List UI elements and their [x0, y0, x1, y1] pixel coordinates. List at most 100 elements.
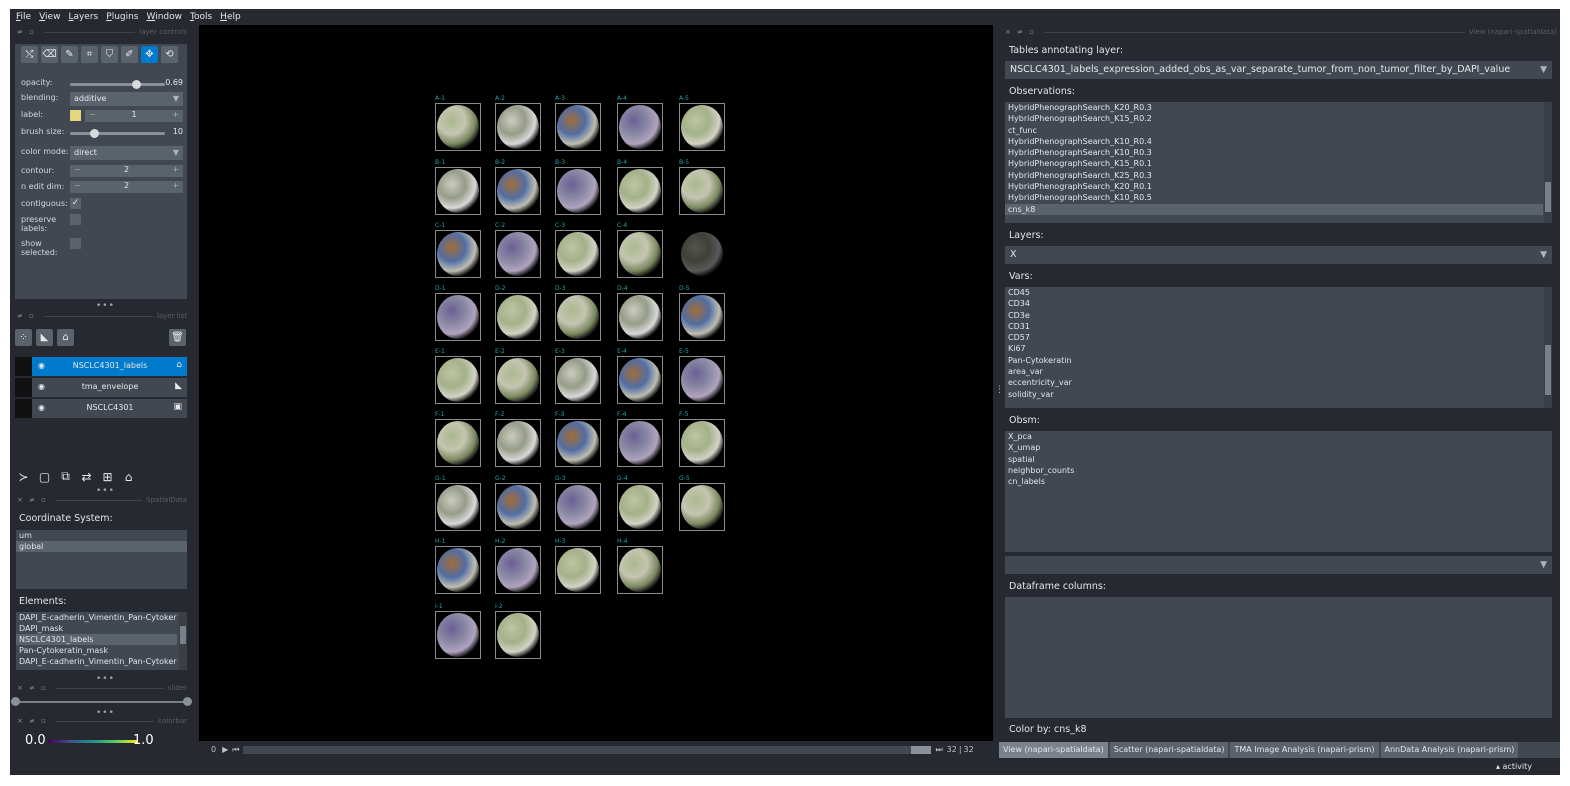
dock-float-buttons[interactable]: × ≠ ▫: [17, 717, 48, 725]
vars-list[interactable]: CD45 CD34 CD3e CD31 CD57 Ki67 Pan-Cytoke…: [1005, 287, 1552, 408]
menu-layers[interactable]: Layers: [68, 12, 98, 22]
menu-plugins[interactable]: Plugins: [106, 12, 138, 22]
list-item[interactable]: solidity_var: [1005, 389, 1543, 400]
label-spinbox[interactable]: − 1 +: [85, 110, 183, 122]
shuffle-icon[interactable]: ⤭: [21, 46, 38, 63]
layer-row-shapes[interactable]: ◉ tma_envelope ◣: [15, 378, 187, 397]
list-item[interactable]: HybridPhenographSearch_K10_R0.3: [1005, 147, 1543, 158]
eye-icon[interactable]: ◉: [38, 403, 45, 412]
blending-select[interactable]: additive ▼: [70, 92, 183, 106]
panel-splitter-handle[interactable]: ⋮: [995, 385, 1004, 395]
menu-tools[interactable]: Tools: [190, 12, 212, 22]
list-item[interactable]: CD3e: [1005, 310, 1543, 321]
delete-layer-icon[interactable]: 🗑: [169, 329, 186, 346]
grid-icon[interactable]: ⊞: [99, 468, 116, 485]
list-item[interactable]: CD34: [1005, 298, 1543, 309]
list-item[interactable]: DAPI_mask: [16, 623, 177, 634]
dock-float-buttons[interactable]: ≠ ▫: [17, 28, 36, 36]
observations-scrollbar[interactable]: [1544, 102, 1552, 223]
list-item[interactable]: cns_k8: [1005, 203, 1543, 215]
dims-slider-track[interactable]: [243, 745, 932, 754]
list-item[interactable]: X_umap: [1005, 442, 1552, 453]
layers-select[interactable]: X ▼: [1005, 246, 1552, 264]
plus-icon[interactable]: +: [172, 181, 179, 190]
layer-row-labels[interactable]: ◉ NSCLC4301_labels ⌂: [15, 357, 187, 376]
tab-scatter[interactable]: Scatter (napari-spatialdata): [1109, 742, 1229, 758]
list-item[interactable]: DAPI_E-cadherin_Vimentin_Pan-Cytokerati: [16, 612, 177, 623]
step-back-icon[interactable]: ⏮: [232, 745, 239, 755]
dock-float-buttons[interactable]: ≠ ▫: [17, 312, 36, 320]
list-item[interactable]: Pan-Cytokeratin_mask: [16, 645, 177, 656]
polygon-icon[interactable]: ⌗: [81, 46, 98, 63]
list-item[interactable]: ct_func: [1005, 125, 1543, 136]
contiguous-checkbox[interactable]: ✓: [70, 198, 81, 209]
show-selected-checkbox[interactable]: [70, 238, 81, 249]
scroll-thumb[interactable]: [1545, 345, 1551, 395]
n-edit-dim-spinbox[interactable]: − 2 +: [70, 181, 183, 193]
list-item[interactable]: CD31: [1005, 321, 1543, 332]
scroll-thumb[interactable]: [180, 626, 186, 644]
step-forward-icon[interactable]: ⏭: [935, 745, 942, 755]
menu-view[interactable]: View: [39, 12, 60, 22]
opacity-slider[interactable]: [70, 80, 165, 89]
dock-float-buttons[interactable]: × ≠ ▫: [17, 684, 48, 692]
coordinate-system-list[interactable]: um global: [16, 530, 187, 589]
eye-icon[interactable]: ◉: [38, 361, 45, 370]
scroll-thumb[interactable]: [1545, 182, 1551, 212]
list-item[interactable]: eccentricity_var: [1005, 377, 1543, 388]
elements-list[interactable]: DAPI_E-cadherin_Vimentin_Pan-Cytokerati …: [16, 612, 187, 670]
list-item[interactable]: HybridPhenographSearch_K20_R0.3: [1005, 102, 1543, 113]
menu-window[interactable]: Window: [147, 12, 183, 22]
list-item[interactable]: cn_labels: [1005, 476, 1552, 487]
dataframe-select[interactable]: ▼: [1005, 556, 1552, 574]
dock-float-buttons[interactable]: × ≠ ▫: [17, 496, 48, 504]
tab-anndata-analysis[interactable]: AnnData Analysis (napari-prism): [1380, 742, 1519, 758]
transform-icon[interactable]: ⟲: [161, 46, 178, 63]
list-item[interactable]: HybridPhenographSearch_K10_R0.5: [1005, 192, 1543, 203]
image-canvas[interactable]: A-1 A-2 A-3 A-4 A-5 B-1 B-2 B-3 B-4 B-5 C-1 C-2 C-3 C…: [199, 25, 993, 741]
list-item[interactable]: HybridPhenographSearch_K10_R0.4: [1005, 136, 1543, 147]
table-select[interactable]: NSCLC4301_labels_expression_added_obs_as…: [1005, 61, 1552, 79]
obsm-list[interactable]: X_pca X_umap spatial neighbor_counts cn_…: [1005, 431, 1552, 552]
list-item[interactable]: X_pca: [1005, 431, 1552, 442]
observations-list[interactable]: HybridPhenographSearch_K20_R0.3 HybridPh…: [1005, 102, 1552, 223]
tab-tma-image-analysis[interactable]: TMA Image Analysis (napari-prism): [1230, 742, 1379, 758]
roll-dims-icon[interactable]: ⧉: [57, 468, 74, 485]
home-icon[interactable]: ⌂: [120, 468, 137, 485]
eye-icon[interactable]: ◉: [38, 382, 45, 391]
vars-scrollbar[interactable]: [1544, 287, 1552, 408]
eraser-icon[interactable]: ⌫: [41, 46, 58, 63]
list-item[interactable]: Pan-Cytokeratin: [1005, 355, 1543, 366]
list-item[interactable]: global: [16, 541, 187, 552]
list-item[interactable]: HybridPhenographSearch_K15_R0.1: [1005, 158, 1543, 169]
elements-scrollbar[interactable]: [179, 612, 187, 670]
transpose-icon[interactable]: ⇄: [78, 468, 95, 485]
color-mode-select[interactable]: direct ▼: [70, 146, 183, 160]
opacity-slider-handle[interactable]: [131, 80, 141, 89]
list-item[interactable]: DAPI_E-cadherin_Vimentin_Pan-Cytokerati: [16, 656, 177, 667]
list-item[interactable]: HybridPhenographSearch_K15_R0.2: [1005, 113, 1543, 124]
fill-bucket-icon[interactable]: ⛉: [101, 46, 118, 63]
preserve-labels-checkbox[interactable]: [70, 214, 81, 225]
new-labels-layer-icon[interactable]: ⌂: [57, 329, 74, 346]
paint-brush-icon[interactable]: ✎: [61, 46, 78, 63]
dims-slider-handle[interactable]: [911, 745, 932, 754]
list-item[interactable]: CD57: [1005, 332, 1543, 343]
dock-float-buttons[interactable]: × ≠ ▫: [1005, 28, 1036, 36]
tab-view[interactable]: View (napari-spatialdata): [999, 742, 1108, 758]
activity-indicator[interactable]: ▴ activity: [1496, 762, 1532, 771]
list-item[interactable]: spatial: [1005, 454, 1552, 465]
label-color-swatch[interactable]: [70, 110, 81, 121]
plus-icon[interactable]: +: [172, 165, 179, 174]
list-item[interactable]: um: [16, 530, 187, 541]
play-icon[interactable]: ▶: [222, 745, 228, 754]
contour-spinbox[interactable]: − 2 +: [70, 165, 183, 177]
layer-row-image[interactable]: ◉ NSCLC4301 ▣: [15, 399, 187, 418]
list-item[interactable]: NSCLC4301_labels: [16, 634, 177, 645]
list-item[interactable]: neighbor_counts: [1005, 465, 1552, 476]
new-shapes-layer-icon[interactable]: ◣: [36, 329, 53, 346]
list-item[interactable]: area_var: [1005, 366, 1543, 377]
console-icon[interactable]: ≻: [15, 468, 32, 485]
new-points-layer-icon[interactable]: ⁘: [15, 329, 32, 346]
plus-icon[interactable]: +: [172, 110, 179, 119]
